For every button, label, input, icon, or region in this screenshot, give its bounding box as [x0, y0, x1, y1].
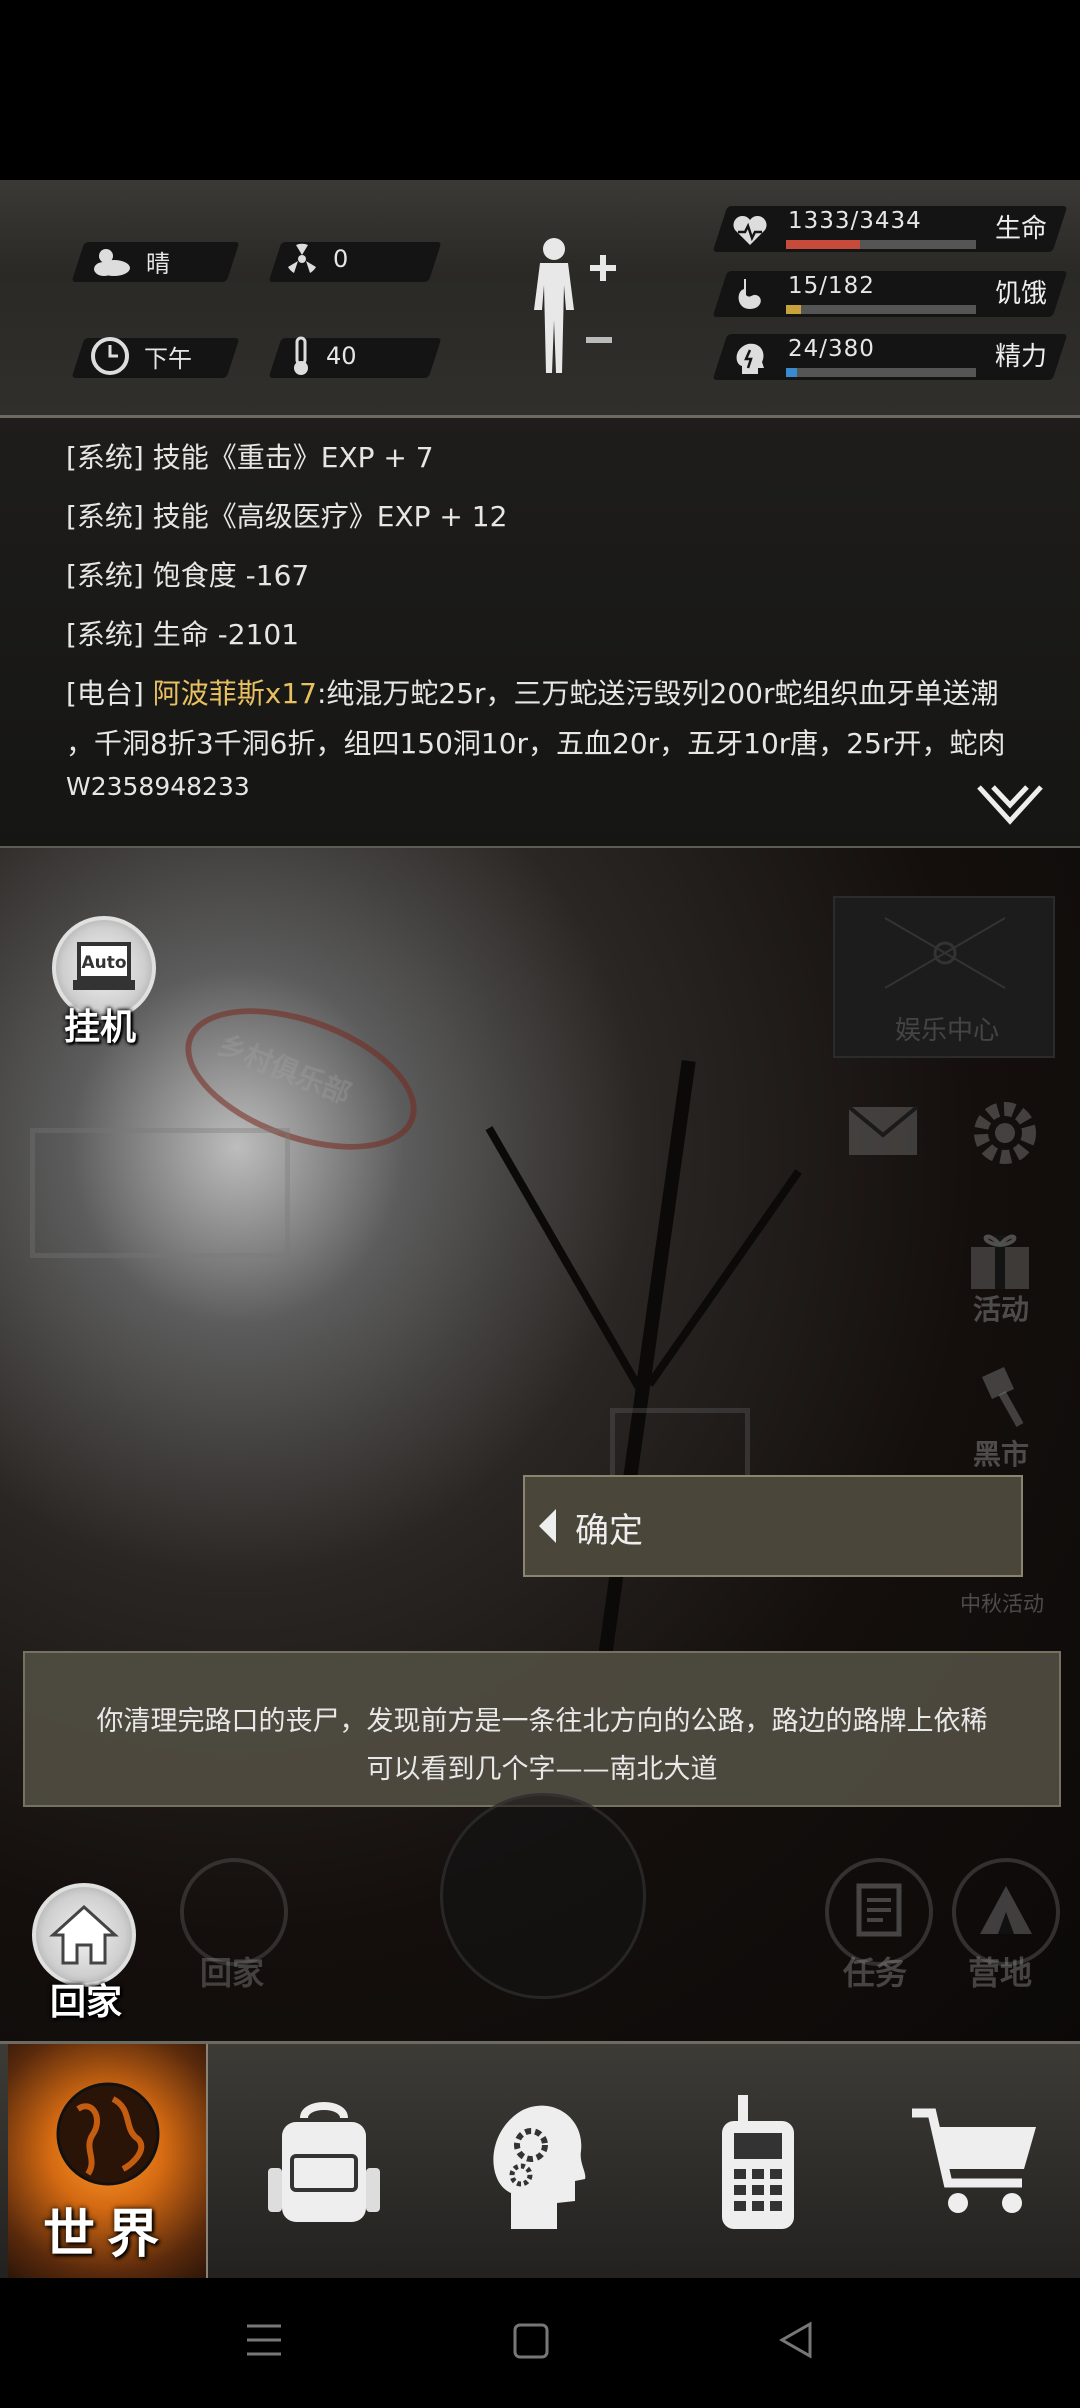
stomach-icon [738, 279, 761, 309]
hp-bar [786, 240, 976, 249]
energy-bar [786, 368, 976, 377]
tab-skills[interactable] [430, 2044, 642, 2281]
log-line: [系统] 技能《重击》EXP + 7 [66, 441, 434, 474]
hangup-label: 挂机 [64, 1007, 137, 1048]
hp-label: 生命 [995, 214, 1048, 244]
energy-label: 精力 [995, 342, 1048, 372]
weather-display: 晴 [90, 244, 170, 279]
task-list-icon [856, 1883, 902, 1937]
radio-text-cont: W2358948233 [66, 772, 250, 801]
hunger-value: 15/182 [788, 273, 875, 299]
tab-backpack[interactable] [218, 2044, 430, 2281]
event-message-box: 你清理完路口的丧尸，发现前方是一条往北方向的公路，路边的路牌上依稀 可以看到几个… [23, 1651, 1061, 1807]
weather-label: 晴 [146, 250, 170, 278]
hunger-bar [786, 305, 976, 314]
mid-autumn-label: 中秋活动 [960, 1592, 1044, 1616]
tab-world-label: 世界 [42, 2205, 171, 2265]
radiation-value: 0 [333, 245, 349, 273]
event-message-line: 可以看到几个字——南北大道 [366, 1754, 718, 1785]
dead-tree [485, 1126, 643, 1390]
menu-icon[interactable] [245, 2322, 283, 2358]
log-line: [系统] 技能《高级医疗》EXP + 12 [66, 500, 508, 533]
laptop-auto-icon: Auto [73, 942, 135, 990]
task-label: 任务 [843, 1954, 908, 1992]
black-market-label: 黑市 [973, 1438, 1030, 1471]
system-nav-bar [0, 2278, 1080, 2408]
clock-icon [91, 337, 129, 375]
left-arrow-icon [539, 1509, 556, 1543]
radio-text-cont: ，千洞8折3千洞6折，组四150洞10r，五血20r，五牙10r唐，25r开，蛇… [66, 727, 1006, 760]
camp-label: 营地 [968, 1954, 1033, 1992]
brain-icon [736, 343, 764, 374]
character-body-icon[interactable] [520, 235, 620, 375]
network-icon [884, 917, 1006, 989]
log-line: [系统] 饱食度 -167 [66, 559, 310, 592]
radio-tag: [电台] [66, 677, 144, 710]
radio-text: :纯混万蛇25r，三万蛇送污毁列200r蛇组织血牙单送潮 [316, 677, 999, 710]
stat-energy: 24/380 精力 [712, 330, 1068, 386]
gift-icon[interactable] [965, 1223, 1035, 1293]
status-panel: 晴 0 下午 40 1333/3434 生命 15/182 饥饿 24/380 … [0, 180, 1080, 418]
radio-log-line: [电台] 阿波菲斯x17:纯混万蛇25r，三万蛇送污毁列200r蛇组织血牙单送潮 [66, 672, 999, 712]
tent-icon [980, 1886, 1032, 1934]
home-button[interactable] [32, 1883, 136, 1987]
joystick-area[interactable] [440, 1793, 646, 1999]
tab-shop[interactable] [870, 2044, 1080, 2281]
home-label: 回家 [50, 1982, 123, 2023]
gear-icon[interactable] [965, 1093, 1045, 1173]
activity-label: 活动 [973, 1293, 1030, 1326]
shopping-cart-icon [912, 2108, 1036, 2213]
backpack-icon [268, 2101, 380, 2222]
tab-radio[interactable] [652, 2044, 864, 2281]
walkie-talkie-icon [722, 2094, 794, 2229]
radiation-display: 0 [285, 242, 348, 276]
stat-hp: 1333/3434 生命 [712, 202, 1068, 258]
billboard [30, 1128, 290, 1258]
entertainment-center-label: 娱乐中心 [895, 1016, 1000, 1046]
home-dim-label: 回家 [200, 1954, 265, 1992]
house-icon [49, 1904, 119, 1965]
stat-hunger: 15/182 饥饿 [712, 267, 1068, 323]
entertainment-center-button[interactable]: 娱乐中心 [833, 896, 1055, 1058]
home-nav-icon[interactable] [512, 2322, 550, 2360]
time-label: 下午 [144, 344, 192, 373]
gavel-icon[interactable] [968, 1363, 1028, 1433]
event-message-line: 你清理完路口的丧尸，发现前方是一条往北方向的公路，路边的路牌上依稀 [96, 1706, 988, 1737]
log-line: [系统] 生命 -2101 [66, 618, 300, 651]
cloud-sun-icon [94, 248, 130, 276]
thermometer-icon [294, 336, 308, 375]
skills-head-icon [493, 2105, 586, 2229]
temperature-display: 40 [290, 336, 357, 376]
hunger-label: 饥饿 [995, 279, 1048, 309]
globe-icon [56, 2082, 160, 2186]
radio-sender[interactable]: 阿波菲斯x17 [153, 677, 317, 710]
temperature-value: 40 [326, 342, 357, 370]
mail-icon[interactable] [845, 1103, 921, 1159]
message-log[interactable]: [系统] 技能《重击》EXP + 7 [系统] 技能《高级医疗》EXP + 12… [0, 418, 1080, 849]
auto-text: Auto [81, 953, 126, 973]
time-display: 下午 [90, 336, 192, 376]
back-nav-icon[interactable] [778, 2320, 814, 2360]
game-scene[interactable]: 乡村俱乐部 娱乐中心 Auto 挂机 活动 黑市 中秋活动 确定 你清理完路口的… [0, 848, 1080, 2043]
bottom-tab-bar: 世界 [0, 2041, 1080, 2281]
energy-value: 24/380 [788, 336, 875, 362]
radiation-icon [288, 243, 316, 273]
confirm-label: 确定 [575, 1511, 643, 1551]
tab-world[interactable]: 世界 [8, 2044, 208, 2281]
confirm-button[interactable]: 确定 [523, 1475, 1023, 1577]
heart-icon [733, 215, 767, 245]
hp-value: 1333/3434 [788, 208, 922, 234]
expand-chevron-icon[interactable] [975, 783, 1045, 829]
